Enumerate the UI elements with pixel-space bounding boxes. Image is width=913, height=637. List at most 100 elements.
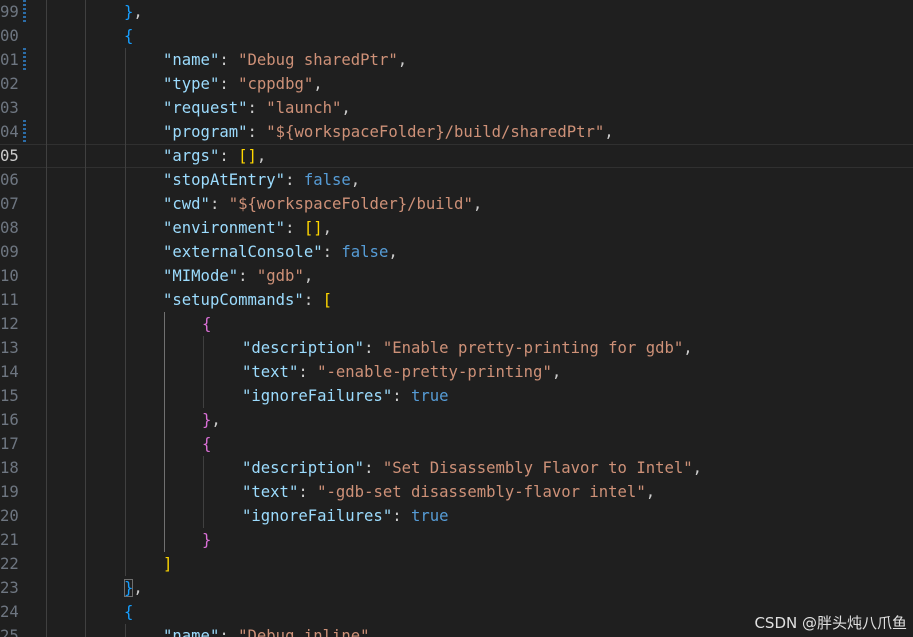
code-line[interactable]: 14 "text": "-enable-pretty-printing",: [0, 360, 913, 384]
code-text: {: [124, 600, 133, 624]
code-editor[interactable]: 99}, 00 {01 "name": "Debug sharedPtr", 02 "ty…: [0, 0, 913, 637]
line-number: 23: [0, 579, 19, 597]
indent-guide: [46, 288, 47, 312]
indent-guide: [203, 480, 204, 504]
code-line[interactable]: 08 "environment": [],: [0, 216, 913, 240]
code-line[interactable]: 10 "MIMode": "gdb",: [0, 264, 913, 288]
json-boolean-value: false: [341, 243, 389, 261]
indent-guide: [46, 528, 47, 552]
code-line[interactable]: 05 "args": [],: [0, 144, 913, 168]
code-text: "request": "launch",: [163, 96, 351, 120]
code-line[interactable]: 23},: [0, 576, 913, 600]
punctuation: :: [238, 267, 257, 285]
indent-guide: [125, 480, 126, 504]
indent-guide: [125, 432, 126, 456]
json-string-value: "cppdbg": [238, 75, 314, 93]
code-text: "description": "Set Disassembly Flavor t…: [242, 456, 702, 480]
code-line[interactable]: 19 "text": "-gdb-set disassembly-flavor i…: [0, 480, 913, 504]
code-line[interactable]: 13 "description": "Enable pretty-printing…: [0, 336, 913, 360]
code-line[interactable]: 00 {: [0, 24, 913, 48]
indent-guide: [85, 264, 86, 288]
indent-guide: [46, 360, 47, 384]
code-line[interactable]: 04 "program": "${workspaceFolder}/build/s…: [0, 120, 913, 144]
indent-guide: [125, 360, 126, 384]
punctuation: :: [209, 195, 229, 213]
indent-guide: [125, 120, 126, 144]
indent-guide: [164, 504, 165, 528]
line-number: 03: [0, 99, 19, 117]
punctuation: ,: [133, 579, 143, 597]
indent-guide: [203, 336, 204, 360]
punctuation: ,: [322, 219, 333, 237]
bracket: }: [202, 531, 212, 549]
indent-guide: [46, 576, 47, 600]
punctuation: ,: [256, 147, 267, 165]
indent-guide: [85, 312, 86, 336]
code-line[interactable]: 06 "stopAtEntry": false,: [0, 168, 913, 192]
line-number: 17: [0, 435, 19, 453]
code-line[interactable]: 07 "cwd": "${workspaceFolder}/build",: [0, 192, 913, 216]
code-text: "MIMode": "gdb",: [163, 264, 313, 288]
json-string-value: "${workspaceFolder}/build/sharedPtr": [266, 123, 605, 141]
json-key: "setupCommands": [163, 291, 304, 309]
code-line[interactable]: 12 {: [0, 312, 913, 336]
code-text: "name": "Debug inline",: [163, 624, 379, 637]
indent-guide: [85, 24, 86, 48]
code-line[interactable]: 16},: [0, 408, 913, 432]
indent-guide: [125, 216, 126, 240]
code-line[interactable]: 09 "externalConsole": false,: [0, 240, 913, 264]
indent-guide: [85, 144, 86, 168]
line-number: 22: [0, 555, 19, 573]
bracket: ]: [163, 555, 173, 573]
code-line[interactable]: 03 "request": "launch",: [0, 96, 913, 120]
bracket: }: [124, 579, 134, 597]
indent-guide: [125, 144, 126, 168]
code-line[interactable]: 11 "setupCommands": [: [0, 288, 913, 312]
json-key: "description": [242, 339, 365, 357]
indent-guide: [46, 336, 47, 360]
indent-guide: [46, 264, 47, 288]
line-number: 06: [0, 171, 19, 189]
code-text: {: [202, 432, 211, 456]
code-text: },: [124, 576, 143, 600]
code-line[interactable]: 99},: [0, 0, 913, 24]
code-line[interactable]: 21}: [0, 528, 913, 552]
punctuation: ,: [303, 267, 314, 285]
punctuation: :: [219, 51, 239, 69]
indent-guide: [164, 456, 165, 480]
indent-guide: [125, 96, 126, 120]
indent-guide: [85, 552, 86, 576]
modified-line-indicator: [23, 120, 26, 144]
code-line[interactable]: 22]: [0, 552, 913, 576]
line-number: 08: [0, 219, 19, 237]
code-text: "externalConsole": false,: [163, 240, 398, 264]
indent-guide: [164, 336, 165, 360]
code-line[interactable]: 18 "description": "Set Disassembly Flavor…: [0, 456, 913, 480]
code-line[interactable]: 02 "type": "cppdbg",: [0, 72, 913, 96]
indent-guide: [125, 624, 126, 637]
indent-guide: [46, 0, 47, 24]
line-number: 10: [0, 267, 19, 285]
json-key: "request": [163, 99, 248, 117]
watermark-text: CSDN @胖头炖八爪鱼: [754, 614, 907, 632]
bracket: []: [303, 219, 323, 237]
code-text: "stopAtEntry": false,: [163, 168, 360, 192]
code-line[interactable]: 17 {: [0, 432, 913, 456]
json-string-value: "Debug sharedPtr": [238, 51, 398, 69]
indent-guide: [46, 504, 47, 528]
code-line[interactable]: 15 "ignoreFailures": true: [0, 384, 913, 408]
code-line[interactable]: 01 "name": "Debug sharedPtr",: [0, 48, 913, 72]
indent-guide: [85, 96, 86, 120]
json-key: "program": [163, 123, 248, 141]
code-line[interactable]: 20 "ignoreFailures": true: [0, 504, 913, 528]
indent-guide: [85, 336, 86, 360]
json-string-value: "launch": [266, 99, 342, 117]
indent-guide: [125, 72, 126, 96]
bracket: {: [202, 315, 212, 333]
punctuation: ,: [397, 51, 408, 69]
indent-guide: [85, 240, 86, 264]
code-text: }: [202, 528, 211, 552]
punctuation: :: [298, 363, 318, 381]
indent-guide: [164, 384, 165, 408]
json-key: "description": [242, 459, 365, 477]
